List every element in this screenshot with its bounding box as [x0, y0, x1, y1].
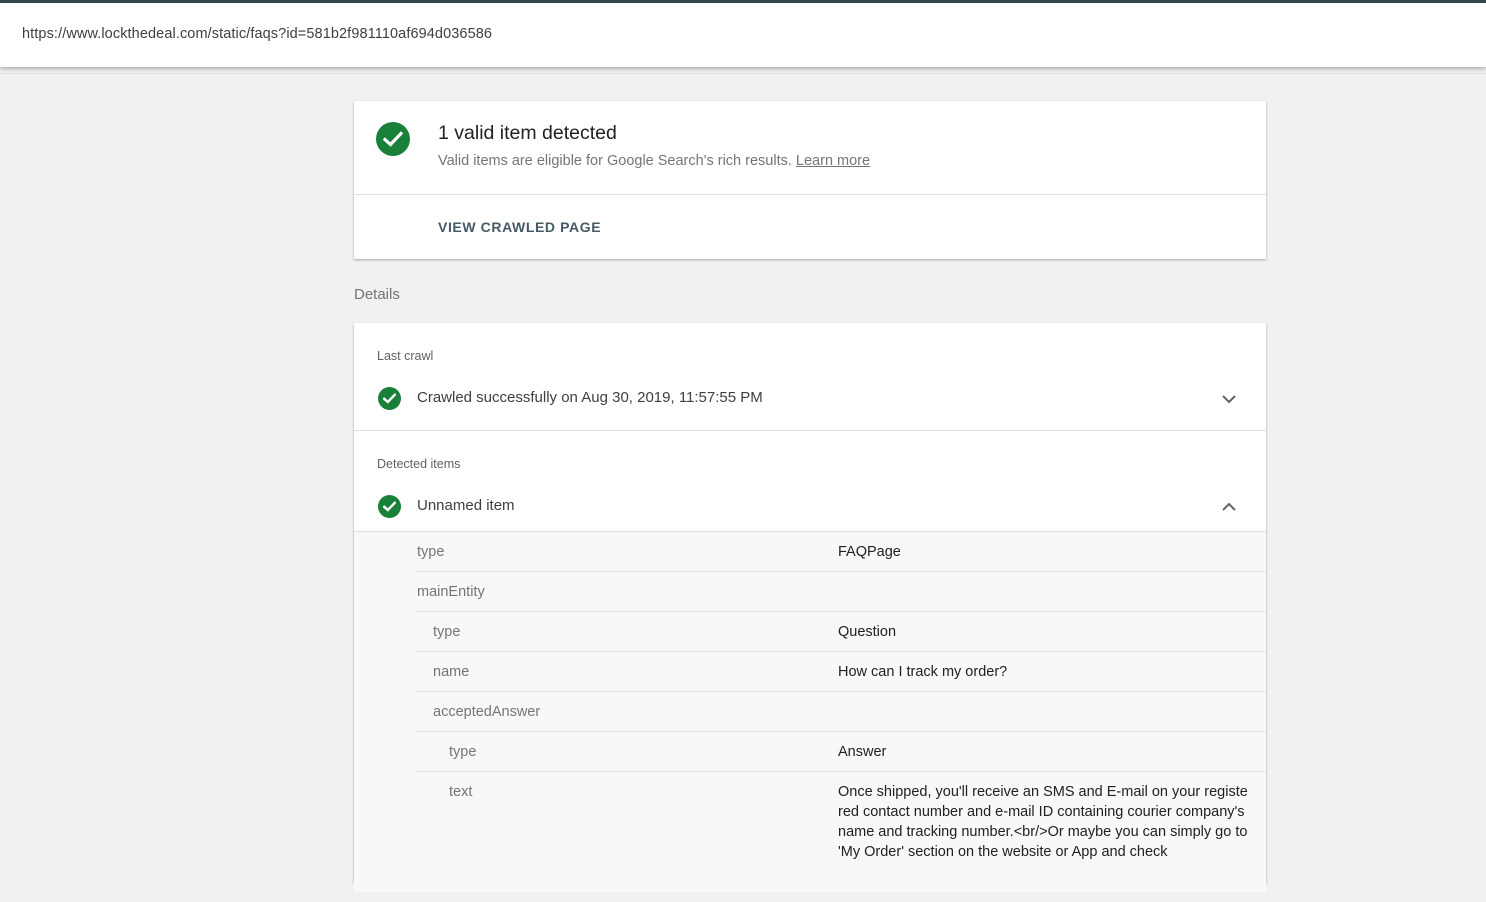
property-key: type: [449, 744, 477, 760]
chevron-down-icon[interactable]: [1220, 392, 1238, 406]
header-divider: [0, 73, 1486, 74]
property-row: acceptedAnswer: [417, 692, 1266, 732]
property-row: type Question: [417, 612, 1266, 652]
property-row: type Answer: [417, 732, 1266, 772]
summary-divider: [354, 194, 1266, 195]
summary-card: 1 valid item detected Valid items are el…: [354, 101, 1266, 259]
detected-item-row[interactable]: Unnamed item: [354, 489, 1266, 525]
last-crawl-label: Last crawl: [377, 349, 434, 363]
details-heading: Details: [354, 286, 400, 303]
summary-title: 1 valid item detected: [438, 122, 617, 144]
property-key: mainEntity: [417, 584, 485, 600]
check-circle-icon: [378, 495, 401, 518]
property-key: acceptedAnswer: [433, 704, 541, 720]
check-circle-icon: [376, 122, 410, 156]
property-value: FAQPage: [838, 544, 901, 560]
property-key: type: [433, 624, 461, 640]
learn-more-link[interactable]: Learn more: [796, 153, 870, 169]
property-row: type FAQPage: [417, 532, 1266, 572]
detected-items-label: Detected items: [377, 457, 461, 471]
last-crawl-row[interactable]: Crawled successfully on Aug 30, 2019, 11…: [354, 381, 1266, 417]
property-row: text Once shipped, you'll receive an SMS…: [417, 772, 1266, 902]
check-circle-icon: [378, 387, 401, 410]
property-value: Answer: [838, 744, 887, 760]
property-row: name How can I track my order?: [417, 652, 1266, 692]
summary-subtitle: Valid items are eligible for Google Sear…: [438, 153, 870, 169]
property-value: Question: [838, 624, 897, 640]
chevron-up-icon[interactable]: [1220, 500, 1238, 514]
url-bar: https://www.lockthedeal.com/static/faqs?…: [0, 3, 1486, 67]
details-card: Last crawl Crawled successfully on Aug 3…: [354, 323, 1266, 892]
property-value: How can I track my order?: [838, 664, 1008, 680]
item-properties-table: type FAQPage mainEntity type Question na…: [354, 532, 1266, 892]
property-value: Once shipped, you'll receive an SMS and …: [838, 784, 1248, 860]
property-key: text: [449, 784, 473, 800]
property-key: type: [417, 544, 445, 560]
section-divider: [354, 430, 1266, 431]
page-url[interactable]: https://www.lockthedeal.com/static/faqs?…: [22, 26, 492, 42]
property-key: name: [433, 664, 470, 680]
summary-subtitle-text: Valid items are eligible for Google Sear…: [438, 153, 792, 169]
detected-item-name: Unnamed item: [417, 497, 515, 514]
last-crawl-status: Crawled successfully on Aug 30, 2019, 11…: [417, 389, 763, 406]
view-crawled-page-button[interactable]: VIEW CRAWLED PAGE: [438, 219, 601, 235]
property-row: mainEntity: [417, 572, 1266, 612]
